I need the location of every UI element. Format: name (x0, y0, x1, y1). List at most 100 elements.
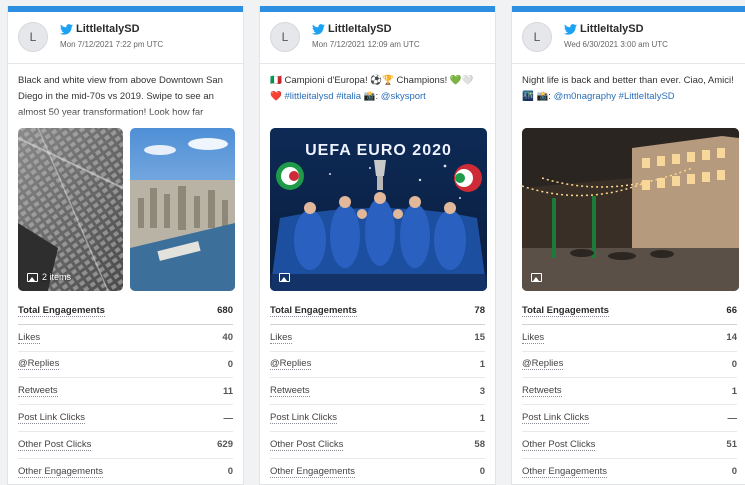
hashtag-link[interactable]: #littleitalysd #italia (284, 91, 361, 102)
image-icon (27, 272, 38, 282)
metric-value: 40 (222, 332, 233, 344)
metric-label[interactable]: Other Engagements (522, 466, 608, 478)
account-name[interactable]: LittleItalySD (328, 23, 392, 35)
metric-value: 0 (731, 466, 737, 478)
metric-value: 1 (479, 412, 485, 424)
post-card[interactable]: L LittleItalySD Mon 7/12/2021 12:09 am U… (259, 6, 496, 485)
metric-value: 680 (217, 305, 233, 317)
post-header: L LittleItalySD Mon 7/12/2021 7:22 pm UT… (18, 20, 233, 56)
metric-label[interactable]: Post Link Clicks (522, 412, 590, 425)
metrics-table: Total Engagements 78 Likes 15 @Replies 1 Re… (270, 298, 485, 484)
metric-value: 11 (222, 385, 233, 397)
metric-value: 1 (479, 358, 485, 370)
post-date: Mon 7/12/2021 12:09 am UTC (312, 40, 420, 49)
image-icon (531, 273, 542, 282)
divider (260, 63, 495, 64)
metric-label[interactable]: Retweets (522, 385, 562, 398)
twitter-icon (312, 24, 325, 35)
avatar[interactable]: L (18, 22, 48, 52)
metric-row: Likes 14 (522, 325, 737, 352)
metric-label[interactable]: @Replies (270, 358, 312, 371)
metric-row: Post Link Clicks 1 (270, 405, 485, 432)
metric-value: 0 (731, 358, 737, 370)
divider (512, 63, 745, 64)
metric-label[interactable]: Post Link Clicks (270, 412, 338, 425)
metric-value: 14 (726, 332, 737, 344)
image-icon (279, 273, 290, 282)
metric-value: 0 (227, 466, 233, 478)
metric-label[interactable]: Other Engagements (18, 466, 104, 478)
post-date: Mon 7/12/2021 7:22 pm UTC (60, 40, 164, 49)
metric-row: Retweets 11 (18, 378, 233, 406)
post-date: Wed 6/30/2021 3:00 am UTC (564, 40, 668, 49)
account-name[interactable]: LittleItalySD (76, 23, 140, 35)
metric-row: Other Engagements 0 (522, 459, 737, 484)
metric-label[interactable]: Likes (522, 332, 545, 344)
metric-row: @Replies 0 (18, 352, 233, 379)
media-count-badge: 2 items (27, 272, 71, 282)
banner-text: UEFA EURO 2020 (305, 142, 452, 159)
metric-label[interactable]: Likes (18, 332, 41, 344)
avatar[interactable]: L (522, 22, 552, 52)
metric-label[interactable]: @Replies (18, 358, 60, 371)
metric-value: 51 (726, 439, 737, 451)
mention-link[interactable]: @m0nagraphy #LittleItalySD (554, 91, 675, 102)
metric-row: Other Post Clicks 629 (18, 432, 233, 459)
metric-label[interactable]: Post Link Clicks (18, 412, 86, 425)
metric-label[interactable]: Total Engagements (18, 305, 105, 317)
post-image-night-street[interactable] (522, 128, 739, 291)
metric-row: Post Link Clicks — (522, 405, 737, 432)
post-text: Night life is back and better than ever.… (522, 75, 734, 102)
metric-value: — (223, 412, 234, 424)
metric-row: Total Engagements 66 (522, 298, 737, 325)
twitter-icon (564, 24, 577, 35)
metric-value: 78 (474, 305, 485, 317)
metric-value: 1 (731, 385, 737, 397)
metric-row: Likes 15 (270, 325, 485, 352)
metric-value: 0 (479, 466, 485, 478)
metric-row: Post Link Clicks — (18, 405, 233, 432)
metric-label[interactable]: Other Post Clicks (522, 439, 596, 451)
metric-row: Other Engagements 0 (18, 459, 233, 484)
metrics-table: Total Engagements 66 Likes 14 @Replies 0 Re… (522, 298, 737, 484)
metric-row: Total Engagements 78 (270, 298, 485, 325)
metric-row: Other Post Clicks 58 (270, 432, 485, 459)
metric-label[interactable]: Total Engagements (522, 305, 609, 317)
metric-label[interactable]: @Replies (522, 358, 564, 371)
metric-label[interactable]: Retweets (18, 385, 58, 398)
post-header: L LittleItalySD Wed 6/30/2021 3:00 am UT… (522, 20, 737, 56)
account-name[interactable]: LittleItalySD (580, 23, 644, 35)
metric-value: 629 (217, 439, 233, 451)
avatar[interactable]: L (270, 22, 300, 52)
metric-value: 15 (474, 332, 485, 344)
text-fade (8, 110, 243, 124)
metric-value: — (727, 412, 738, 424)
media-type-badge (279, 273, 290, 282)
post-image-color-aerial[interactable] (130, 128, 235, 291)
post-card[interactable]: L LittleItalySD Mon 7/12/2021 7:22 pm UT… (7, 6, 244, 485)
metric-label[interactable]: Other Post Clicks (18, 439, 92, 451)
divider (8, 63, 243, 64)
metric-row: Other Post Clicks 51 (522, 432, 737, 459)
metric-label[interactable]: Total Engagements (270, 305, 357, 317)
metric-label[interactable]: Likes (270, 332, 293, 344)
metric-label[interactable]: Other Engagements (270, 466, 356, 478)
metric-row: Retweets 3 (270, 378, 485, 406)
metric-row: @Replies 0 (522, 352, 737, 379)
metric-row: @Replies 1 (270, 352, 485, 379)
post-card[interactable]: L LittleItalySD Wed 6/30/2021 3:00 am UT… (511, 6, 745, 485)
metrics-table: Total Engagements 680 Likes 40 @Replies 0 R… (18, 298, 233, 484)
metric-label[interactable]: Other Post Clicks (270, 439, 344, 451)
post-text: 🇮🇹 Campioni d'Europa! ⚽🏆 Champions! 💚🤍❤️… (270, 75, 474, 102)
metric-row: Retweets 1 (522, 378, 737, 406)
metric-row: Total Engagements 680 (18, 298, 233, 325)
metric-value: 3 (479, 385, 485, 397)
post-image-euro-champions[interactable]: UEFA EURO 2020 (270, 128, 487, 291)
metric-value: 0 (227, 358, 233, 370)
twitter-icon (60, 24, 73, 35)
post-image-bw-aerial[interactable]: 2 items (18, 128, 123, 291)
post-header: L LittleItalySD Mon 7/12/2021 12:09 am U… (270, 20, 485, 56)
media-type-badge (531, 273, 542, 282)
metric-label[interactable]: Retweets (270, 385, 310, 398)
mention-link[interactable]: @skysport (381, 91, 426, 102)
